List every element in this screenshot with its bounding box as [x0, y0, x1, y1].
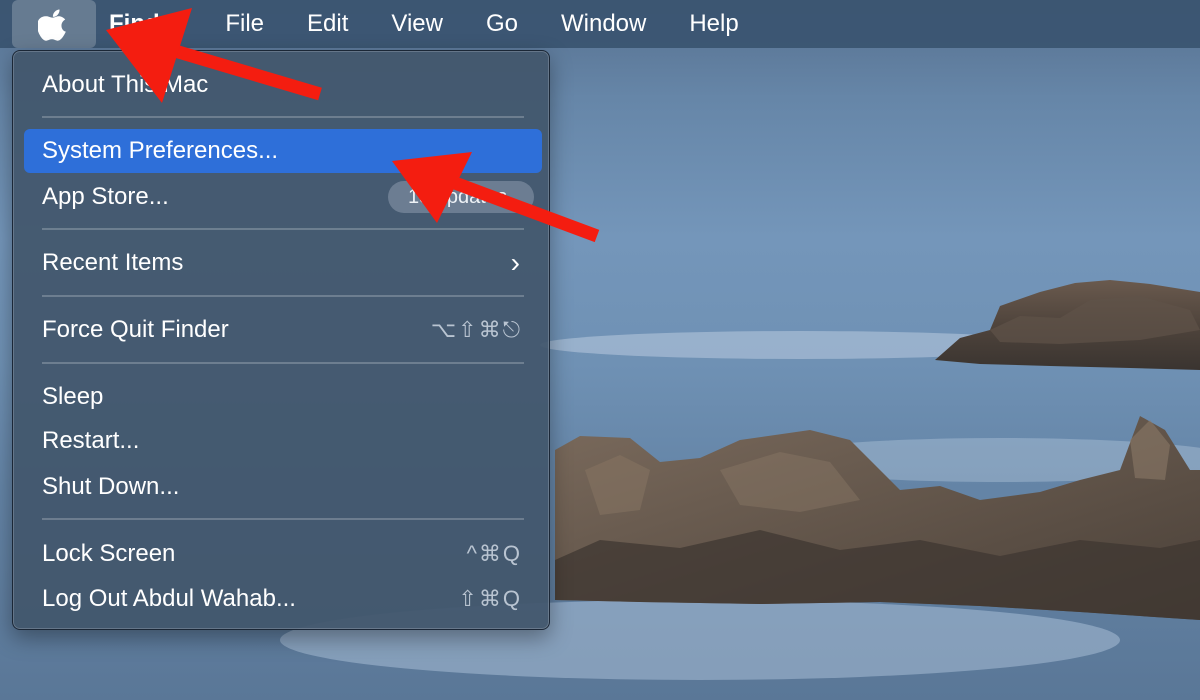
annotation-arrows	[106, 8, 600, 243]
arrow-to-apple-menu	[106, 8, 322, 103]
arrow-to-system-preferences	[392, 152, 600, 243]
